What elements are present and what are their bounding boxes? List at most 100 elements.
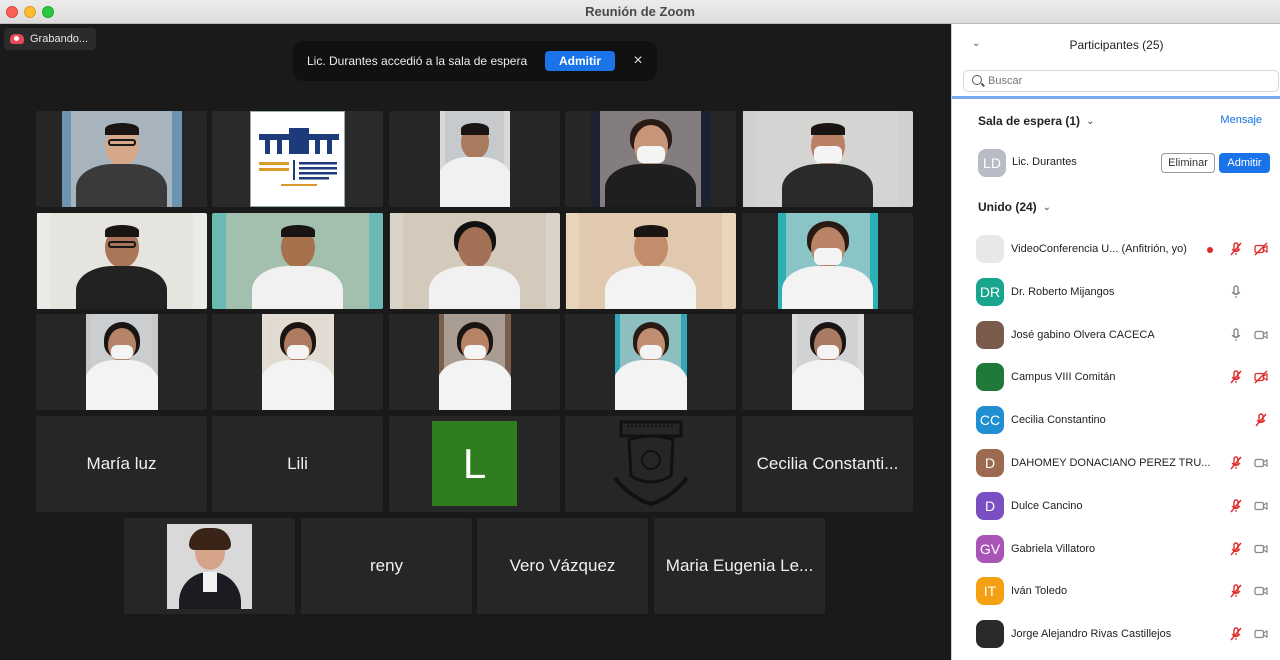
participant-video-tile[interactable]: Vero Vázquez bbox=[477, 518, 648, 614]
camera-icon[interactable] bbox=[1254, 542, 1268, 556]
camera-feed bbox=[212, 213, 383, 309]
recording-dot-icon bbox=[1207, 247, 1213, 253]
participant-video-tile[interactable] bbox=[742, 314, 913, 410]
panel-title: Participantes (25) bbox=[1069, 38, 1164, 52]
camera-off-icon[interactable] bbox=[1254, 242, 1268, 256]
mic-muted-icon[interactable] bbox=[1229, 242, 1243, 256]
participant-row[interactable]: GV Gabriela Villatoro bbox=[952, 528, 1280, 570]
letter-avatar: L bbox=[432, 421, 517, 506]
participant-name: Dulce Cancino bbox=[1011, 499, 1083, 512]
participant-row[interactable]: CC Cecilia Constantino bbox=[952, 399, 1280, 441]
avatar: GV bbox=[976, 534, 1004, 563]
camera-icon[interactable] bbox=[1254, 456, 1268, 470]
camera-icon[interactable] bbox=[1254, 328, 1268, 342]
search-input[interactable] bbox=[988, 73, 1268, 89]
cloud-record-icon bbox=[10, 34, 24, 44]
participant-name: DAHOMEY DONACIANO PEREZ TRU... bbox=[1011, 457, 1211, 469]
participant-video-tile[interactable] bbox=[212, 213, 383, 309]
avatar: IT bbox=[976, 577, 1004, 606]
participant-video-tile[interactable] bbox=[565, 111, 736, 207]
building-logo-icon bbox=[259, 128, 339, 186]
profile-photo bbox=[167, 524, 252, 609]
participant-video-tile[interactable] bbox=[742, 111, 913, 207]
camera-feed bbox=[565, 213, 736, 309]
mic-icon[interactable] bbox=[1229, 285, 1243, 299]
participant-video-tile[interactable] bbox=[212, 111, 383, 207]
participant-video-tile[interactable] bbox=[565, 213, 736, 309]
participant-video-tile[interactable] bbox=[389, 314, 560, 410]
participant-row[interactable]: D Dulce Cancino bbox=[952, 485, 1280, 527]
participant-video-tile[interactable] bbox=[565, 314, 736, 410]
avatar: CC bbox=[976, 406, 1004, 435]
camera-feed bbox=[61, 111, 182, 207]
participant-video-tile[interactable]: Cecilia Constanti... bbox=[742, 416, 913, 512]
camera-feed bbox=[590, 111, 711, 207]
panel-header: ⌄ Participantes (25) bbox=[952, 24, 1280, 66]
participant-video-tile[interactable]: Maria Eugenia Le... bbox=[654, 518, 825, 614]
remove-button[interactable]: Eliminar bbox=[1161, 153, 1215, 173]
camera-off-icon[interactable] bbox=[1254, 370, 1268, 384]
mic-muted-icon[interactable] bbox=[1254, 413, 1268, 427]
participant-row[interactable]: José gabino Olvera CACECA bbox=[952, 314, 1280, 356]
close-icon[interactable]: × bbox=[631, 52, 645, 70]
camera-feed bbox=[439, 111, 510, 207]
participant-video-tile[interactable] bbox=[36, 213, 207, 309]
mic-muted-icon[interactable] bbox=[1229, 584, 1243, 598]
participant-row[interactable]: DR Dr. Roberto Mijangos bbox=[952, 271, 1280, 313]
participant-video-tile[interactable] bbox=[742, 213, 913, 309]
chevron-down-icon: ⌄ bbox=[1086, 115, 1095, 127]
panel-divider bbox=[952, 96, 1280, 99]
participant-video-tile[interactable] bbox=[565, 416, 736, 512]
participant-video-tile[interactable] bbox=[212, 314, 383, 410]
camera-feed bbox=[438, 314, 511, 410]
notification-message: Lic. Durantes accedió a la sala de esper… bbox=[307, 54, 528, 68]
participant-video-tile[interactable] bbox=[389, 111, 560, 207]
title-bar: Reunión de Zoom bbox=[0, 0, 1280, 24]
participant-video-tile[interactable] bbox=[389, 213, 560, 309]
camera-icon[interactable] bbox=[1254, 499, 1268, 513]
participant-video-tile[interactable]: Lili bbox=[212, 416, 383, 512]
participant-name: Gabriela Villatoro bbox=[1011, 542, 1096, 555]
mic-muted-icon[interactable] bbox=[1229, 370, 1243, 384]
tile-participant-name: Lili bbox=[287, 454, 308, 473]
participant-name: Campus VIII Comitán bbox=[1011, 371, 1116, 384]
participant-row[interactable]: D DAHOMEY DONACIANO PEREZ TRU... bbox=[952, 442, 1280, 484]
camera-feed bbox=[614, 314, 687, 410]
participant-video-tile[interactable] bbox=[36, 111, 207, 207]
camera-icon[interactable] bbox=[1254, 627, 1268, 641]
participant-video-tile[interactable] bbox=[124, 518, 295, 614]
message-link[interactable]: Mensaje bbox=[1220, 114, 1262, 126]
waiting-room-notification: Lic. Durantes accedió a la sala de esper… bbox=[293, 41, 657, 81]
camera-feed bbox=[36, 213, 207, 309]
mic-icon[interactable] bbox=[1229, 327, 1243, 342]
avatar: D bbox=[976, 491, 1004, 520]
recording-indicator[interactable]: Grabando... bbox=[4, 28, 97, 50]
joined-title: Unido (24) bbox=[978, 200, 1037, 214]
participant-name: José gabino Olvera CACECA bbox=[1011, 328, 1155, 341]
admit-button[interactable]: Admitir bbox=[545, 51, 615, 71]
avatar bbox=[976, 620, 1004, 649]
waiting-room-section[interactable]: Sala de espera (1) ⌄ bbox=[978, 114, 1094, 128]
tile-participant-name: Maria Eugenia Le... bbox=[665, 556, 814, 575]
mic-muted-icon[interactable] bbox=[1229, 499, 1243, 513]
participant-row[interactable]: VideoConferencia U... (Anfitrión, yo) bbox=[952, 228, 1280, 270]
camera-icon[interactable] bbox=[1254, 584, 1268, 598]
avatar: D bbox=[976, 449, 1004, 477]
window-title: Reunión de Zoom bbox=[585, 4, 695, 19]
admit-participant-button[interactable]: Admitir bbox=[1219, 153, 1270, 173]
search-box[interactable] bbox=[963, 70, 1279, 92]
participant-row[interactable]: Jorge Alejandro Rivas Castillejos bbox=[952, 613, 1280, 655]
mic-muted-icon[interactable] bbox=[1229, 456, 1243, 470]
joined-section[interactable]: Unido (24) ⌄ bbox=[978, 200, 1051, 214]
participant-row[interactable]: IT Iván Toledo bbox=[952, 570, 1280, 612]
participant-video-tile[interactable]: reny bbox=[301, 518, 472, 614]
participant-row[interactable]: Campus VIII Comitán bbox=[952, 356, 1280, 398]
participant-video-tile[interactable]: María luz bbox=[36, 416, 207, 512]
waiting-participant-row: LD Lic. Durantes Eliminar Admitir bbox=[952, 148, 1280, 178]
mic-muted-icon[interactable] bbox=[1229, 541, 1243, 556]
participant-video-tile[interactable]: L bbox=[389, 416, 560, 512]
mic-muted-icon[interactable] bbox=[1229, 627, 1243, 641]
video-gallery: Grabando... Lic. Durantes accedió a la s… bbox=[0, 24, 951, 660]
tile-participant-name: reny bbox=[369, 556, 404, 575]
participant-video-tile[interactable] bbox=[36, 314, 207, 410]
